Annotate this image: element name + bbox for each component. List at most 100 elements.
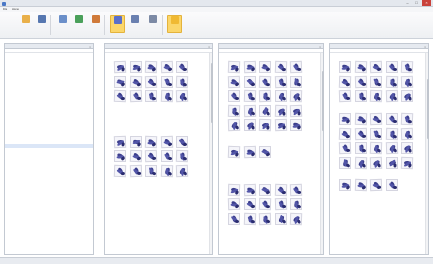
tree-row[interactable] [5, 81, 93, 85]
image-thumbnail[interactable] [354, 61, 367, 74]
tree-row[interactable] [5, 135, 93, 139]
image-thumbnail[interactable] [114, 150, 126, 163]
image-thumbnail[interactable] [289, 90, 303, 103]
image-thumbnail[interactable] [259, 145, 271, 158]
tree-row[interactable] [5, 122, 93, 126]
image-thumbnail[interactable] [401, 142, 413, 155]
image-thumbnail[interactable] [144, 75, 158, 89]
image-thumbnail[interactable] [129, 75, 142, 89]
close-icon[interactable]: × [424, 45, 426, 49]
image-thumbnail[interactable] [400, 61, 414, 74]
image-thumbnail[interactable] [289, 183, 303, 197]
tree-row[interactable] [5, 108, 93, 112]
image-thumbnail[interactable] [401, 90, 413, 103]
image-thumbnail[interactable] [176, 61, 188, 74]
image-thumbnail[interactable] [160, 75, 173, 88]
image-thumbnail[interactable] [258, 119, 272, 132]
image-thumbnail[interactable] [339, 113, 351, 126]
tree-row[interactable] [5, 68, 93, 72]
tree-row[interactable] [5, 126, 93, 130]
image-thumbnail[interactable] [370, 127, 382, 140]
scrollbar-thumb[interactable] [210, 63, 213, 123]
tree-row[interactable] [5, 149, 93, 153]
image-thumbnail[interactable] [290, 119, 302, 132]
image-thumbnail[interactable] [227, 61, 241, 74]
tree-row[interactable] [5, 113, 93, 117]
image-thumbnail[interactable] [290, 198, 302, 211]
image-thumbnail[interactable] [289, 212, 303, 226]
tree-row[interactable] [5, 144, 93, 148]
tree-row[interactable] [5, 86, 93, 90]
image-thumbnail[interactable] [114, 75, 126, 88]
tree-row[interactable] [5, 158, 93, 162]
image-thumbnail[interactable] [354, 179, 367, 192]
image-thumbnail[interactable] [176, 135, 188, 148]
tree-row[interactable] [5, 167, 93, 171]
image-thumbnail[interactable] [339, 61, 351, 74]
image-thumbnail[interactable] [129, 61, 142, 74]
tree-row[interactable] [5, 131, 93, 135]
image-thumbnail[interactable] [385, 75, 398, 89]
tree-row[interactable] [5, 117, 93, 121]
image-thumbnail[interactable] [160, 135, 173, 149]
menu-file[interactable]: File [3, 8, 7, 11]
image-thumbnail[interactable] [338, 90, 352, 103]
image-thumbnail[interactable] [339, 156, 351, 169]
settings-button[interactable] [88, 15, 103, 33]
image-thumbnail[interactable] [175, 90, 189, 103]
image-thumbnail[interactable] [243, 119, 256, 132]
image-thumbnail[interactable] [243, 61, 256, 74]
image-thumbnail[interactable] [160, 61, 173, 74]
image-thumbnail[interactable] [243, 212, 256, 226]
image-thumbnail[interactable] [175, 164, 189, 178]
tree-row[interactable] [5, 77, 93, 81]
image-thumbnail[interactable] [354, 112, 367, 126]
image-thumbnail[interactable] [290, 75, 302, 88]
scrollbar-thumb[interactable] [426, 79, 429, 139]
image-thumbnail[interactable] [144, 150, 158, 163]
tree-row[interactable] [5, 176, 93, 180]
image-thumbnail[interactable] [400, 127, 414, 140]
image-thumbnail[interactable] [145, 90, 157, 103]
image-thumbnail[interactable] [144, 135, 158, 149]
image-thumbnail[interactable] [354, 156, 367, 169]
image-thumbnail[interactable] [354, 142, 367, 155]
image-thumbnail[interactable] [160, 90, 173, 103]
tree-row[interactable] [5, 59, 93, 63]
image-thumbnail[interactable] [113, 164, 127, 178]
image-thumbnail[interactable] [274, 75, 287, 89]
image-thumbnail[interactable] [338, 141, 352, 155]
image-thumbnail[interactable] [243, 104, 256, 118]
image-thumbnail[interactable] [243, 75, 256, 88]
vertical-scrollbar[interactable] [425, 53, 429, 254]
scrollbar-thumb[interactable] [321, 71, 324, 131]
tree-row[interactable] [5, 104, 93, 108]
image-thumbnail[interactable] [243, 198, 256, 211]
image-thumbnail[interactable] [113, 61, 127, 74]
tree-row[interactable] [5, 171, 93, 175]
image-thumbnail[interactable] [227, 145, 241, 159]
image-thumbnail[interactable] [369, 112, 383, 126]
image-thumbnail[interactable] [129, 150, 142, 163]
image-thumbnail[interactable] [113, 90, 127, 103]
highlight-button[interactable] [167, 15, 182, 33]
image-thumbnail[interactable] [369, 141, 383, 155]
save-button[interactable] [34, 15, 49, 33]
image-thumbnail[interactable] [243, 145, 256, 159]
image-thumbnail[interactable] [258, 75, 272, 89]
image-thumbnail[interactable] [227, 183, 241, 197]
image-thumbnail[interactable] [274, 212, 287, 225]
image-thumbnail[interactable] [289, 61, 303, 74]
tree-row[interactable] [5, 140, 93, 144]
image-thumbnail[interactable] [227, 104, 241, 118]
image-thumbnail[interactable] [369, 156, 383, 169]
image-thumbnail[interactable] [385, 90, 398, 103]
export-button[interactable] [55, 15, 70, 33]
image-thumbnail[interactable] [354, 90, 367, 103]
image-thumbnail[interactable] [274, 104, 287, 118]
tree-row[interactable] [5, 99, 93, 103]
zoom-button[interactable] [145, 15, 160, 33]
compare-button[interactable] [127, 15, 142, 33]
view-grid-button[interactable] [110, 15, 125, 33]
image-thumbnail[interactable] [370, 75, 382, 88]
